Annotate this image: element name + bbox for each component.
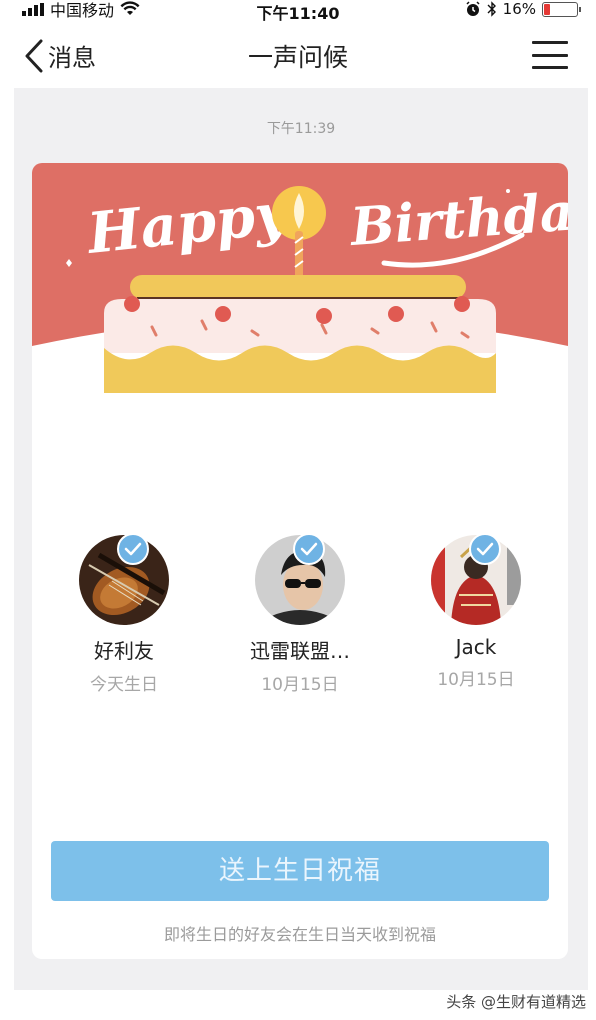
friend-item[interactable]: 迅雷联盟… 10月15日 [225,533,375,695]
friend-name: Jack [455,635,497,659]
friend-birthday: 10月15日 [261,675,339,695]
friend-item[interactable]: Jack 10月15日 [401,533,551,690]
chat-area: 下午11:39 Happy Birthday 好利友 今天生日 迅雷联盟… 10… [14,88,588,990]
battery-icon [542,1,581,17]
birthday-card: Happy Birthday 好利友 今天生日 迅雷联盟… 10月15日 Jac… [32,163,568,959]
selected-check-icon [293,533,325,565]
friend-name: 好利友 [94,639,154,663]
birthday-friends-list: 好利友 今天生日 迅雷联盟… 10月15日 Jack 10月15日 [32,533,568,695]
battery-percent: 16% [502,0,536,18]
status-bar: 中国移动 下午11:40 16% [0,0,596,23]
cake-icon [104,275,496,393]
happy-birthday-banner: Happy Birthday [32,163,568,393]
friend-name: 迅雷联盟… [250,639,350,663]
watermark: 头条 @生财有道精选 [446,993,586,1011]
message-timestamp: 下午11:39 [266,121,336,137]
menu-icon[interactable] [532,41,568,69]
status-right: 16% [465,0,581,18]
friend-item[interactable]: 好利友 今天生日 [49,533,199,695]
alarm-icon [466,1,480,16]
hint-text: 即将生日的好友会在生日当天收到祝福 [163,925,436,944]
selected-check-icon [469,533,501,565]
send-wishes-button[interactable]: 送上生日祝福 [51,841,549,901]
page-title: 一声问候 [247,43,348,72]
bluetooth-icon [487,1,496,17]
nav-bar: 消息 一声问候 [0,22,596,88]
friend-birthday: 今天生日 [90,675,158,695]
friend-birthday: 10月15日 [437,670,515,690]
selected-check-icon [117,533,149,565]
